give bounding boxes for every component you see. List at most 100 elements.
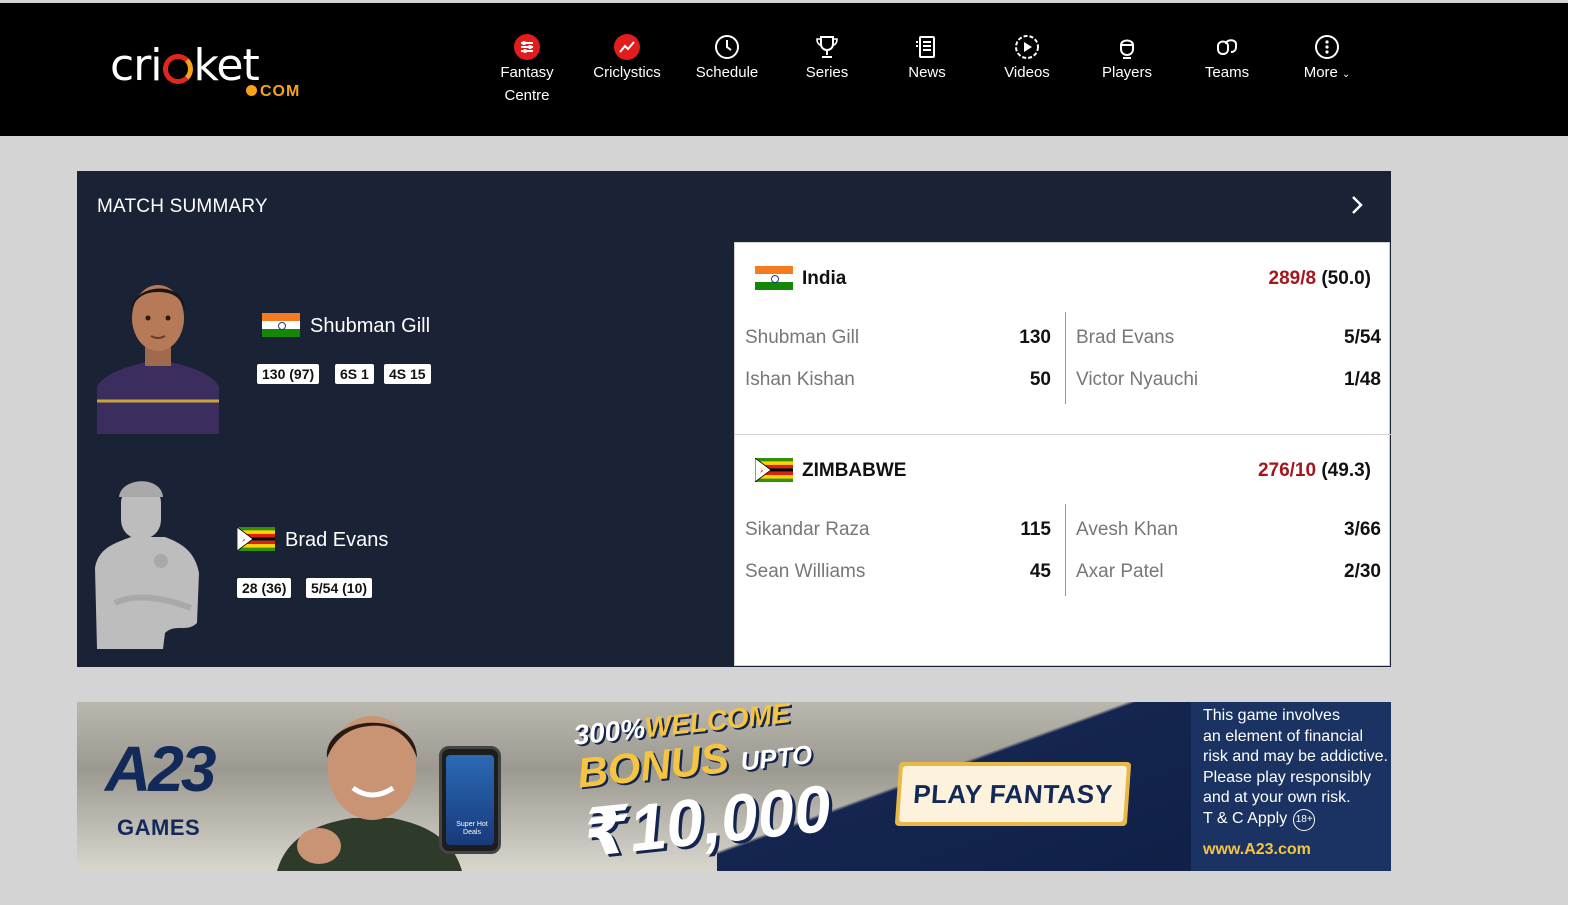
- batter-score: 130: [1019, 327, 1051, 348]
- logo-ball-icon: [162, 54, 193, 84]
- tc-text: T & C Apply: [1203, 809, 1288, 827]
- logo-dot-icon: [246, 85, 257, 96]
- bonus-upto: UPTO: [739, 739, 814, 777]
- nav-more[interactable]: More ⌄: [1282, 33, 1372, 86]
- logo-wordmark: cri ket: [110, 40, 260, 91]
- nav-series[interactable]: Series: [782, 33, 872, 84]
- batter-name: Shubman Gill: [745, 327, 860, 348]
- nav-label: Criclystics: [593, 64, 661, 81]
- player-photo-shubman-gill: [97, 266, 219, 434]
- innings-india: India 289/8 (50.0) Shubman Gill 130 Isha…: [735, 243, 1391, 435]
- a23-logo-subtitle: GAMES: [117, 815, 201, 840]
- bowler-figures: 5/54: [1344, 327, 1381, 348]
- news-icon: [913, 33, 941, 61]
- stat-badge: 6S 1: [335, 364, 374, 384]
- stat-badge: 4S 15: [384, 364, 431, 384]
- team-overs: (49.3): [1321, 460, 1371, 481]
- cricket-com-logo[interactable]: cri ket COM: [110, 41, 310, 103]
- bowler-figures: 2/30: [1344, 561, 1381, 582]
- disclaimer-line: an element of financial: [1203, 727, 1364, 745]
- team-score: 276/10 (49.3): [1258, 460, 1371, 482]
- fantasy-centre-icon: [513, 33, 541, 61]
- batter-name: Sean Williams: [745, 561, 866, 582]
- nav-label: Schedule: [695, 64, 759, 81]
- batter-score: 50: [1029, 369, 1051, 390]
- nav-label: More: [1303, 64, 1338, 81]
- batter-score: 45: [1029, 561, 1051, 582]
- ad-phone-image: Super Hot Deals: [439, 746, 501, 854]
- team-overs: (50.0): [1321, 268, 1371, 289]
- team-name: India: [802, 268, 847, 289]
- more-icon: [1313, 33, 1341, 61]
- play-fantasy-label: PLAY FANTASY: [899, 766, 1127, 822]
- chevron-down-icon: ⌄: [1341, 69, 1351, 80]
- batter-score: 115: [1020, 519, 1051, 540]
- zimbabwe-flag-icon: [237, 527, 275, 551]
- play-fantasy-button[interactable]: PLAY FANTASY: [894, 762, 1132, 826]
- age-18-plus-icon: 18+: [1293, 808, 1316, 831]
- innings-zimbabwe: ZIMBABWE 276/10 (49.3) Sikandar Raza 115…: [735, 434, 1391, 626]
- team-score: 289/8 (50.0): [1269, 268, 1371, 290]
- nav-label: Players: [1101, 64, 1153, 81]
- nav-news[interactable]: News: [882, 33, 972, 84]
- clock-icon: [713, 33, 741, 61]
- batter-name: Ishan Kishan: [745, 369, 855, 390]
- a23-logo: A23: [105, 733, 216, 805]
- nav-label: News: [908, 64, 946, 81]
- nav-label: Series: [805, 64, 849, 81]
- india-flag-icon: [755, 266, 793, 290]
- nav-label: Teams: [1204, 64, 1250, 81]
- disclaimer-line: and at your own risk.: [1203, 789, 1351, 806]
- match-summary-title: MATCH SUMMARY: [97, 196, 268, 217]
- site-header: cri ket COM Fantasy Centre Criclystics Sc…: [0, 3, 1568, 136]
- nav-label-2: Centre: [504, 87, 550, 104]
- ad-disclaimer: This game involves an element of financi…: [1191, 702, 1391, 871]
- bowler-name: Brad Evans: [1076, 327, 1175, 348]
- nav-schedule[interactable]: Schedule: [682, 33, 772, 84]
- team-runs: 276/10: [1257, 460, 1317, 481]
- nav-criclystics[interactable]: Criclystics: [582, 33, 672, 84]
- disclaimer-line: risk and may be addictive.: [1203, 748, 1388, 765]
- teams-icon: [1213, 33, 1241, 61]
- tc-apply: T & C Apply 18+: [1203, 808, 1391, 831]
- team-runs: 289/8: [1268, 268, 1317, 289]
- stat-badge: 130 (97): [257, 364, 320, 384]
- bowler-figures: 1/48: [1344, 369, 1381, 390]
- nav-videos[interactable]: Videos: [982, 33, 1072, 84]
- scorecard[interactable]: India 289/8 (50.0) Shubman Gill 130 Isha…: [734, 242, 1391, 666]
- bowler-name: Avesh Khan: [1076, 519, 1179, 540]
- stat-badge: 28 (36): [237, 578, 292, 598]
- nav-players[interactable]: Players: [1082, 33, 1172, 84]
- nav-label: Videos: [1004, 64, 1050, 81]
- player-name: Shubman Gill: [310, 315, 431, 337]
- zimbabwe-flag-icon: [755, 458, 793, 482]
- ad-url[interactable]: www.A23.com: [1203, 840, 1311, 861]
- player-icon: [1113, 33, 1141, 61]
- a23-ad-banner[interactable]: A23 GAMES Super Hot Deals 300%WELCOME BO…: [77, 702, 1391, 871]
- video-icon: [1013, 33, 1041, 61]
- stat-badge: 5/54 (10): [306, 578, 373, 598]
- logo-suffix: COM: [246, 83, 300, 101]
- bowler-figures: 3/66: [1344, 519, 1381, 540]
- nav-label: Fantasy: [500, 64, 554, 81]
- batter-name: Sikandar Raza: [745, 519, 870, 540]
- disclaimer-line: Please play responsibly: [1203, 768, 1372, 786]
- bowler-name: Axar Patel: [1076, 561, 1164, 582]
- trophy-icon: [813, 33, 841, 61]
- ad-phone-text: Super Hot Deals: [456, 821, 488, 836]
- disclaimer-line: This game involves: [1203, 707, 1340, 724]
- nav-fantasy-centre[interactable]: Fantasy Centre: [482, 33, 572, 107]
- chevron-right-icon[interactable]: [1345, 193, 1369, 217]
- team-name: ZIMBABWE: [802, 460, 907, 481]
- criclystics-icon: [613, 33, 641, 61]
- page-gutter: [1568, 0, 1586, 905]
- column-divider: [1065, 312, 1066, 404]
- india-flag-icon: [262, 313, 300, 337]
- nav-teams[interactable]: Teams: [1182, 33, 1272, 84]
- ad-bonus-headline: 300%WELCOME BONUS UPTO ₹10,000: [572, 702, 834, 870]
- column-divider: [1065, 504, 1066, 596]
- match-summary-card: MATCH SUMMARY Shubman Gill 130 (97) 6S 1…: [77, 171, 1391, 667]
- bowler-name: Victor Nyauchi: [1076, 369, 1199, 390]
- logo-suffix-text: COM: [260, 83, 301, 100]
- player-placeholder-silhouette-icon: [95, 473, 200, 649]
